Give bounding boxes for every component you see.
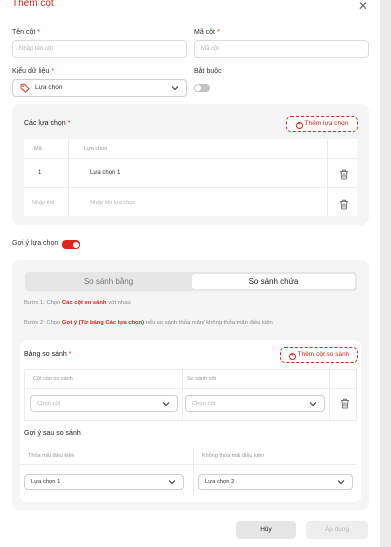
- options-col-code: Mã: [34, 146, 42, 152]
- chevron-down-icon: [171, 86, 179, 91]
- column-name-input[interactable]: Nhập tên cột: [12, 40, 187, 58]
- data-type-value: Lựa chọn: [35, 84, 63, 91]
- option-row-code[interactable]: 1: [38, 170, 41, 176]
- compare-source-select[interactable]: Chọn cột: [30, 395, 178, 412]
- data-type-label: Kiểu dữ liệu *: [12, 68, 55, 75]
- after-col-nomatch: Không thỏa mãi điều kiện: [202, 453, 265, 459]
- plus-circle-icon: +: [288, 353, 296, 360]
- step-2-note: Bước 2: Chọn Gợi ý (Từ bảng Các lựa chọn…: [24, 320, 273, 326]
- step-1-note: Bước 1: Chọn Các cột so sánh với nhau: [24, 300, 131, 306]
- close-icon[interactable]: ✕: [358, 0, 368, 12]
- nomatch-option-select[interactable]: Lựa chọn 2: [198, 474, 353, 490]
- chevron-down-icon: [309, 402, 317, 407]
- column-name-label: Tên cột *: [12, 29, 41, 36]
- chevron-down-icon: [162, 402, 170, 407]
- modal-title: Thêm cột: [12, 0, 54, 9]
- required-label: Bắt buộc: [194, 68, 222, 75]
- required-toggle[interactable]: [194, 84, 210, 92]
- chevron-down-icon: [337, 480, 345, 485]
- screen: Thêm cột ✕ Tên cột * Nhập tên cột Mã cột…: [0, 0, 391, 547]
- compare-mode-tabs: So sánh bằng So sánh chứa: [25, 272, 357, 291]
- trash-icon[interactable]: [339, 169, 349, 180]
- after-compare-title: Gợi ý sau so sánh: [24, 430, 81, 437]
- options-title: Các lựa chọn *: [24, 120, 71, 127]
- cancel-button[interactable]: Hủy: [236, 521, 296, 539]
- after-col-match: Thỏa mãi điều kiện: [28, 453, 75, 459]
- column-code-label: Mã cột *: [194, 29, 220, 36]
- options-col-label: Lựa chọn: [84, 146, 108, 152]
- option-row-label[interactable]: Lựa chọn 1: [90, 170, 120, 176]
- compare-col-target: So sánh với: [187, 376, 217, 382]
- scrollbar-track[interactable]: [380, 0, 391, 547]
- tag-icon: [20, 83, 30, 93]
- compare-table: Cột cần so sánh So sánh với Chọn cột Chọ…: [24, 369, 357, 421]
- chevron-down-icon: [168, 480, 176, 485]
- compare-col-source: Cột cần so sánh: [33, 376, 73, 382]
- add-compare-column-button[interactable]: + Thêm cột so sánh: [280, 347, 358, 363]
- after-compare-table: Thỏa mãi điều kiện Không thỏa mãi điều k…: [20, 447, 357, 495]
- trash-icon[interactable]: [339, 199, 349, 210]
- apply-button[interactable]: Áp dụng: [306, 521, 368, 539]
- suggest-label: Gợi ý lựa chọn: [12, 240, 59, 247]
- compare-target-select[interactable]: Chọn cột: [185, 395, 325, 412]
- data-type-select[interactable]: Lựa chọn: [12, 79, 187, 97]
- tab-compare-equal[interactable]: So sánh bằng: [27, 274, 190, 289]
- compare-table-title: Bảng so sánh *: [24, 351, 72, 358]
- column-code-input[interactable]: Mã cột: [194, 40, 369, 58]
- suggest-toggle[interactable]: [62, 240, 80, 249]
- add-column-modal: Thêm cột ✕ Tên cột * Nhập tên cột Mã cột…: [0, 0, 380, 547]
- add-option-button[interactable]: + Thêm lựa chọn: [286, 116, 358, 132]
- new-option-code-input[interactable]: Nhập mã: [32, 200, 54, 206]
- new-option-label-input[interactable]: Nhập tên lựa chọn: [90, 200, 135, 206]
- trash-icon[interactable]: [340, 398, 350, 409]
- options-table: Mã Lựa chọn 1 Lựa chọn 1 Nhập mã Nhập tê…: [24, 139, 357, 216]
- modal-header: Thêm cột ✕: [12, 0, 368, 14]
- match-option-select[interactable]: Lựa chọn 1: [24, 474, 184, 490]
- tab-compare-contains[interactable]: So sánh chứa: [192, 274, 355, 289]
- plus-circle-icon: +: [295, 122, 303, 129]
